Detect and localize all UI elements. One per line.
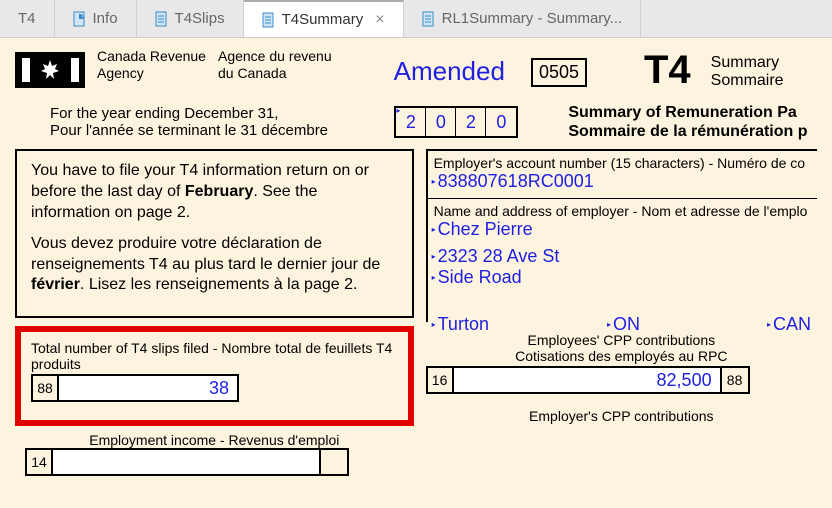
line16-value[interactable]: 82,500 <box>454 366 722 394</box>
highlighted-line-88: Total number of T4 slips filed - Nombre … <box>15 326 414 426</box>
employer-addr2[interactable]: Side Road <box>434 267 522 288</box>
text: Summary of Remuneration Pa <box>568 103 817 122</box>
line88-row: 88 38 <box>31 374 398 402</box>
form-header: Canada Revenue Agency Agence du revenu d… <box>15 48 817 93</box>
tab-bar: T4 ? Info T4Slips T4Summary × RL1Summary… <box>0 0 832 38</box>
line16-section: Employees' CPP contributions Cotisations… <box>426 332 817 394</box>
line14-row: 14 <box>25 448 404 476</box>
line88-label: Total number of T4 slips filed - Nombre … <box>31 340 398 372</box>
tab-label: T4Summary <box>282 11 364 28</box>
account-number[interactable]: 838807618RC0001 <box>434 171 594 192</box>
line14-label: Employment income - Revenus d'emploi <box>25 432 404 448</box>
line14-value[interactable] <box>53 448 321 476</box>
employer-city[interactable]: Turton <box>434 314 489 335</box>
text: Sommaire de la rémunération p <box>568 122 817 141</box>
info-fr: Vous devez produire votre déclaration de… <box>31 234 398 296</box>
text: Summary <box>711 54 784 72</box>
tab-label: Info <box>93 10 118 27</box>
close-icon[interactable]: × <box>375 11 384 29</box>
text: For the year ending December 31, <box>50 105 394 122</box>
text: Agence du revenu <box>218 48 332 65</box>
tab-label: T4Slips <box>175 10 225 27</box>
year-digit: ▸2 <box>396 108 426 136</box>
line16-suffix: 88 <box>722 366 750 394</box>
line-number: 88 <box>31 374 59 402</box>
year-ending-label: For the year ending December 31, Pour l'… <box>50 105 394 139</box>
right-column: Employer's account number (15 characters… <box>426 149 817 476</box>
form-code: 0505 <box>531 58 587 87</box>
form-page: Canada Revenue Agency Agence du revenu d… <box>0 38 832 508</box>
form-subtitle: Summary Sommaire <box>711 54 784 89</box>
document-icon <box>422 11 436 27</box>
tab-t4[interactable]: T4 <box>0 0 55 37</box>
amended-label: Amended <box>394 56 505 87</box>
tab-info[interactable]: ? Info <box>55 0 137 37</box>
employer-name[interactable]: Chez Pierre <box>434 219 533 240</box>
line27-section: Employer's CPP contributions <box>426 408 817 424</box>
text: Agency <box>97 65 206 82</box>
year-digit: 0 <box>426 108 456 136</box>
employer-addr1[interactable]: 2323 28 Ave St <box>434 246 560 267</box>
year-digit: 0 <box>486 108 516 136</box>
year-digit: 2 <box>456 108 486 136</box>
year-row: For the year ending December 31, Pour l'… <box>15 103 817 141</box>
tab-rl1summary[interactable]: RL1Summary - Summary... <box>404 0 642 37</box>
line14-suffix <box>321 448 349 476</box>
left-column: You have to file your T4 information ret… <box>15 149 414 476</box>
employer-province[interactable]: ON <box>609 314 739 335</box>
filing-deadline-info: You have to file your T4 information ret… <box>15 149 414 318</box>
agency-name-en: Canada Revenue Agency <box>97 48 206 82</box>
employer-country[interactable]: CAN <box>769 314 811 335</box>
line14-section: Employment income - Revenus d'emploi 14 <box>15 432 414 476</box>
canada-flag-logo <box>15 52 85 88</box>
form-title-t4: T4 <box>644 48 691 93</box>
info-en: You have to file your T4 information ret… <box>31 161 398 223</box>
agency-name-fr: Agence du revenu du Canada <box>218 48 332 82</box>
employer-name-block: Name and address of employer - Nom et ad… <box>426 198 817 322</box>
document-icon <box>155 11 169 27</box>
remuneration-title: Summary of Remuneration Pa Sommaire de l… <box>568 103 817 141</box>
account-label: Employer's account number (15 characters… <box>434 155 811 171</box>
line88-value[interactable]: 38 <box>59 374 239 402</box>
tab-label: RL1Summary - Summary... <box>442 10 623 27</box>
text: du Canada <box>218 65 332 82</box>
svg-text:?: ? <box>81 14 84 20</box>
tab-label: T4 <box>18 10 36 27</box>
line-number: 16 <box>426 366 454 394</box>
tab-t4summary[interactable]: T4Summary × <box>244 0 404 37</box>
employer-account-block: Employer's account number (15 characters… <box>426 149 817 198</box>
text: Pour l'année se terminant le 31 décembre <box>50 122 394 139</box>
document-icon <box>262 12 276 28</box>
info-icon: ? <box>73 11 87 27</box>
main-content: You have to file your T4 information ret… <box>15 149 817 476</box>
line27-label-en: Employer's CPP contributions <box>426 408 817 424</box>
tab-t4slips[interactable]: T4Slips <box>137 0 244 37</box>
line16-label-fr: Cotisations des employés au RPC <box>426 348 817 364</box>
year-input[interactable]: ▸2 0 2 0 <box>394 106 518 138</box>
text: Sommaire <box>711 72 784 90</box>
name-label: Name and address of employer - Nom et ad… <box>434 203 811 219</box>
line-number: 14 <box>25 448 53 476</box>
text: Canada Revenue <box>97 48 206 65</box>
line16-row: 16 82,500 88 <box>426 366 817 394</box>
